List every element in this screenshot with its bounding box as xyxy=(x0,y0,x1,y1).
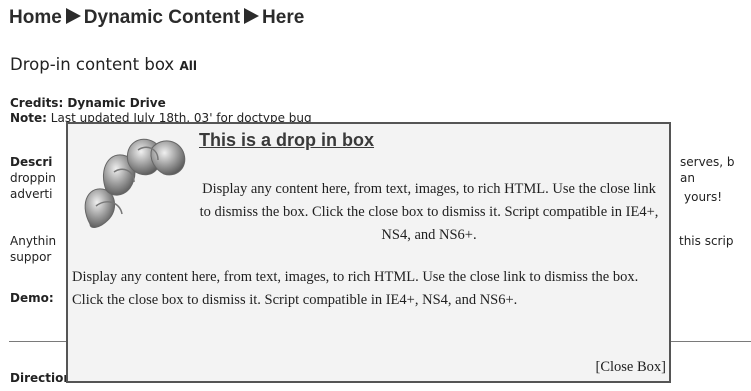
close-box-link[interactable]: [Close Box] xyxy=(596,359,666,376)
breadcrumb: Home Dynamic Content Here xyxy=(9,7,304,29)
demo-label: Demo: xyxy=(10,291,54,305)
breadcrumb-current: Here xyxy=(262,7,305,28)
anything-line: Anythin xyxy=(10,234,57,248)
breadcrumb-home-link[interactable]: Home xyxy=(9,7,62,28)
breadcrumb-arrow-icon xyxy=(65,8,81,24)
drop-in-box: This is a drop in box Display any conten… xyxy=(66,122,671,383)
page-title: Drop-in content box All xyxy=(10,55,197,74)
anything-line: suppor xyxy=(10,250,52,264)
drop-in-box-body: Display any content here, from text, ima… xyxy=(72,269,639,308)
drop-in-box-heading[interactable]: This is a drop in box xyxy=(199,130,374,151)
description-label: Descri xyxy=(10,155,53,169)
description-right-line: serves, b xyxy=(680,155,735,169)
breadcrumb-section-link[interactable]: Dynamic Content xyxy=(84,7,240,28)
anything-right-line: this scrip xyxy=(679,234,734,248)
credits-line: Credits: Dynamic Drive xyxy=(10,96,166,110)
description-line: droppin xyxy=(10,171,56,185)
drop-in-box-body: Display any content here, from text, ima… xyxy=(199,181,659,243)
note-label: Note: xyxy=(10,111,47,125)
breadcrumb-arrow-icon xyxy=(244,8,260,24)
description-right-line: an xyxy=(680,171,695,185)
page-title-text: Drop-in content box xyxy=(10,55,175,74)
page-title-all-link[interactable]: All xyxy=(179,59,197,73)
swirl-logo-icon xyxy=(84,138,186,228)
description-right-line: yours! xyxy=(684,190,723,204)
description-line: adverti xyxy=(10,187,53,201)
